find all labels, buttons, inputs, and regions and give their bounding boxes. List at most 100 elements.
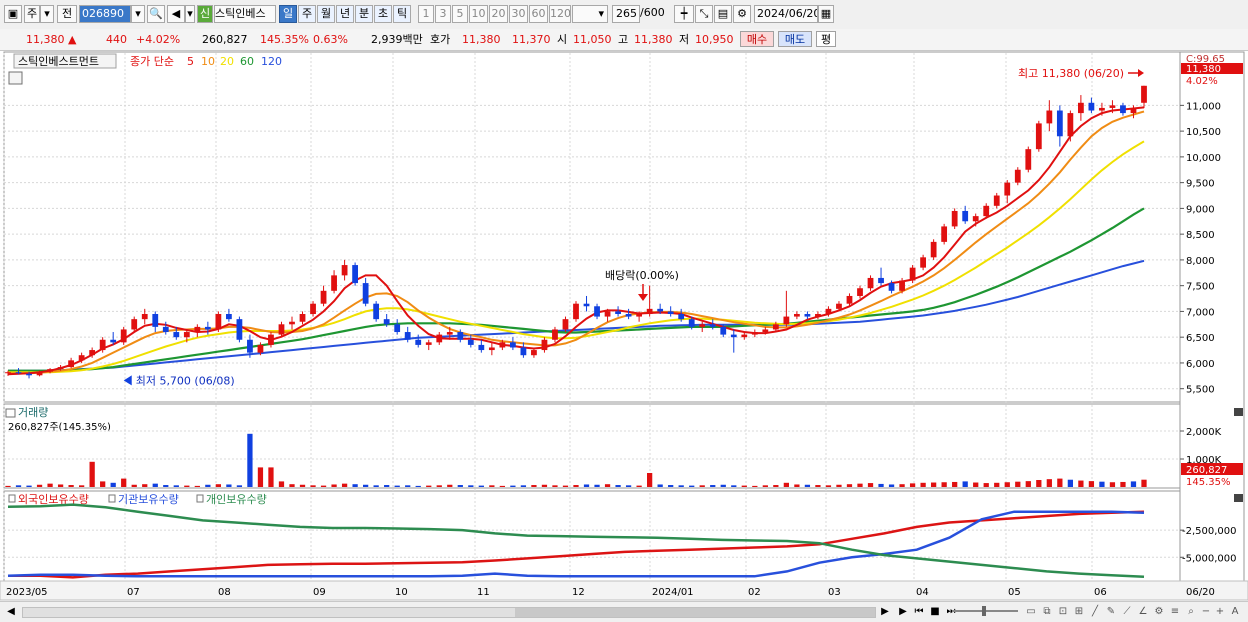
chart-area: 11,000 10,500 10,000 9,500 9,000 8,500 8,000 7,… xyxy=(0,51,1248,601)
interval-button[interactable]: 20 xyxy=(489,5,508,23)
calendar-icon[interactable]: ▦ xyxy=(818,5,834,23)
volume-bar xyxy=(773,485,779,487)
code-dropdown-icon[interactable]: ▾ xyxy=(131,5,145,23)
interval-select[interactable]: ▾ xyxy=(572,5,608,23)
sell-button[interactable]: 매도 xyxy=(778,31,812,47)
buy-button[interactable]: 매수 xyxy=(740,31,774,47)
layout-icon[interactable]: ▭ xyxy=(1024,604,1038,619)
search-icon[interactable]: 🔍 xyxy=(147,5,165,23)
horizontal-scrollbar[interactable] xyxy=(22,607,876,618)
period-button[interactable]: 년 xyxy=(336,5,354,23)
candle-body xyxy=(89,350,96,356)
volume-bar xyxy=(79,485,85,487)
period-button[interactable]: 주 xyxy=(298,5,316,23)
zoom-in-icon[interactable]: + xyxy=(1214,604,1226,619)
interval-button[interactable]: 60 xyxy=(529,5,548,23)
period-button[interactable]: 분 xyxy=(355,5,373,23)
interval-button[interactable]: 120 xyxy=(549,5,571,23)
legend-ma-period: 60 xyxy=(240,55,254,68)
tile-icon[interactable]: ⊞ xyxy=(1072,604,1086,619)
x-tick-label: 02 xyxy=(748,587,761,598)
x-tick-label: 05 xyxy=(1008,587,1021,598)
candle-body xyxy=(573,303,579,320)
y-tick-label: 6,000 xyxy=(1186,359,1215,370)
volume-bar xyxy=(1099,481,1105,487)
zoom-slider-handle[interactable] xyxy=(982,606,986,616)
scroll-left-button[interactable]: ◀ xyxy=(4,604,18,619)
y-tick-label: 10,500 xyxy=(1186,127,1221,138)
volume-bar xyxy=(163,485,169,487)
volume-bar xyxy=(299,484,306,487)
interval-button[interactable]: 5 xyxy=(452,5,468,23)
candle xyxy=(120,326,127,345)
interval-button[interactable]: 1 xyxy=(418,5,434,23)
scrollbar-thumb[interactable] xyxy=(515,608,875,617)
chevron-down-icon[interactable]: ▾ xyxy=(40,5,54,23)
y-tick-label: 8,000 xyxy=(1186,256,1215,267)
candle-body xyxy=(320,290,327,304)
indicator-icon[interactable]: ⤡ xyxy=(695,5,713,23)
copy-icon[interactable]: ⧉ xyxy=(1040,604,1054,619)
settings-tool-icon[interactable]: ⚙ xyxy=(1152,604,1166,619)
count-input[interactable]: 265 xyxy=(612,5,640,23)
trend-line-icon[interactable]: ╱ xyxy=(1088,604,1102,619)
fibo-icon[interactable]: ≡ xyxy=(1168,604,1182,619)
volume-bar xyxy=(836,484,842,487)
zoom-slider[interactable] xyxy=(952,606,1018,616)
volume-bar xyxy=(931,482,937,487)
volume-bar xyxy=(531,485,537,487)
candle-body xyxy=(99,339,106,351)
volume-bar xyxy=(552,485,558,487)
interval-button[interactable]: 30 xyxy=(509,5,528,23)
speaker-icon[interactable]: ◀ xyxy=(167,5,185,23)
line-tool-icon[interactable]: ⟋ xyxy=(1120,604,1134,619)
avg-button[interactable]: 평 xyxy=(816,31,836,47)
candle-body xyxy=(772,324,779,330)
play-button[interactable]: ▶ xyxy=(896,604,910,619)
volume-close-icon xyxy=(1234,408,1243,416)
candle-body xyxy=(688,319,695,327)
candle xyxy=(215,311,222,333)
draw-icon[interactable]: ✎ xyxy=(1104,604,1118,619)
prev-button[interactable]: 전 xyxy=(57,5,77,23)
candle xyxy=(1035,120,1042,152)
scroll-right-button[interactable]: ▶ xyxy=(878,604,892,619)
period-button[interactable]: 일 xyxy=(279,5,297,23)
volume-bar xyxy=(1130,481,1137,487)
volume-bar xyxy=(384,485,390,487)
candle-body xyxy=(68,360,75,368)
save-icon[interactable]: ▤ xyxy=(714,5,732,23)
date-input[interactable]: 2024/06/20 xyxy=(754,5,818,23)
interval-button[interactable]: 3 xyxy=(435,5,451,23)
y-tick-label: 7,000 xyxy=(1186,307,1215,318)
interval-button[interactable]: 10 xyxy=(469,5,488,23)
volume-bar xyxy=(825,485,832,487)
volume-bar xyxy=(489,485,495,487)
first-button[interactable]: ⏮ xyxy=(912,604,926,619)
font-size-icon[interactable]: A xyxy=(1228,604,1242,619)
period-button[interactable]: 월 xyxy=(317,5,335,23)
period-button[interactable]: 틱 xyxy=(393,5,411,23)
volume-bar xyxy=(226,484,232,487)
candle-style-icon[interactable]: ┿ xyxy=(674,5,694,23)
volume-bar xyxy=(205,484,211,487)
volume-bar xyxy=(909,483,916,487)
zoom-icon[interactable]: ⌕ xyxy=(1184,604,1198,619)
dividend-annotation: 배당락(0.00%) xyxy=(605,269,679,282)
zoom-out-icon[interactable]: − xyxy=(1200,604,1212,619)
high-label: 고 xyxy=(618,33,629,46)
speaker-dropdown-icon[interactable]: ▾ xyxy=(185,5,195,23)
volume-bar xyxy=(257,467,264,487)
angle-tool-icon[interactable]: ∠ xyxy=(1136,604,1150,619)
candle-body xyxy=(730,334,737,338)
period-type-select[interactable]: 주 xyxy=(24,5,40,23)
volume-bar xyxy=(215,484,221,487)
window-split-icon[interactable]: ⊡ xyxy=(1056,604,1070,619)
candle-body xyxy=(1067,113,1074,137)
stop-button[interactable]: ■ xyxy=(928,604,942,619)
window-icon[interactable]: ▣ xyxy=(4,5,22,23)
stock-code-input[interactable]: 026890 xyxy=(79,5,131,23)
period-button[interactable]: 초 xyxy=(374,5,392,23)
candle-body xyxy=(930,241,937,258)
gear-icon[interactable]: ⚙ xyxy=(733,5,751,23)
